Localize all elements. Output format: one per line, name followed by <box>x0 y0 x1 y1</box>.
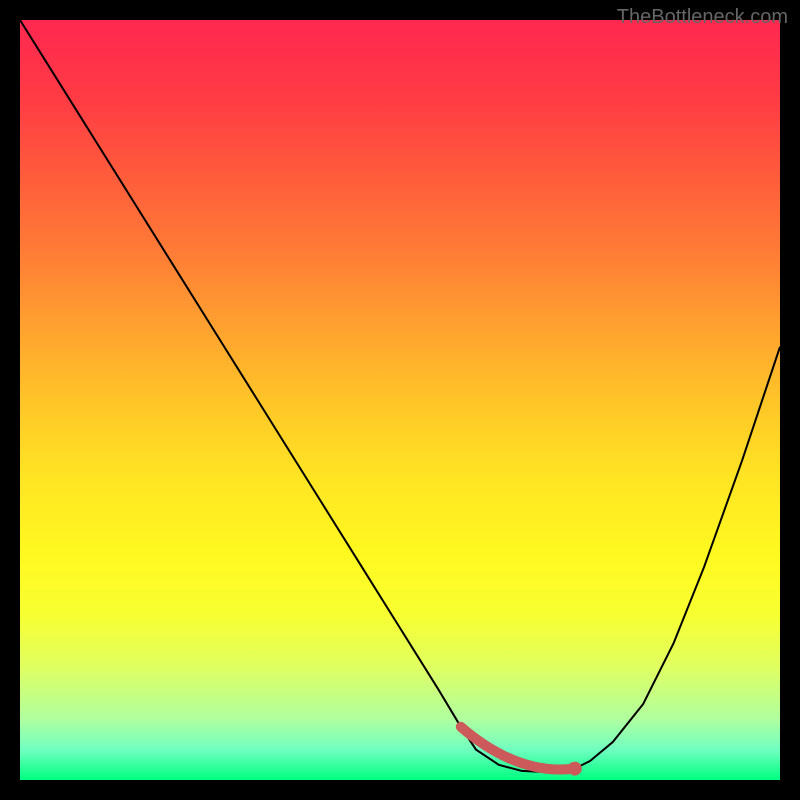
watermark-text: TheBottleneck.com <box>617 6 788 29</box>
optimal-range-marker <box>461 727 575 770</box>
chart-plot-area <box>20 20 780 780</box>
chart-svg <box>20 20 780 780</box>
bottleneck-curve <box>20 20 780 772</box>
optimal-point-marker <box>568 762 582 776</box>
